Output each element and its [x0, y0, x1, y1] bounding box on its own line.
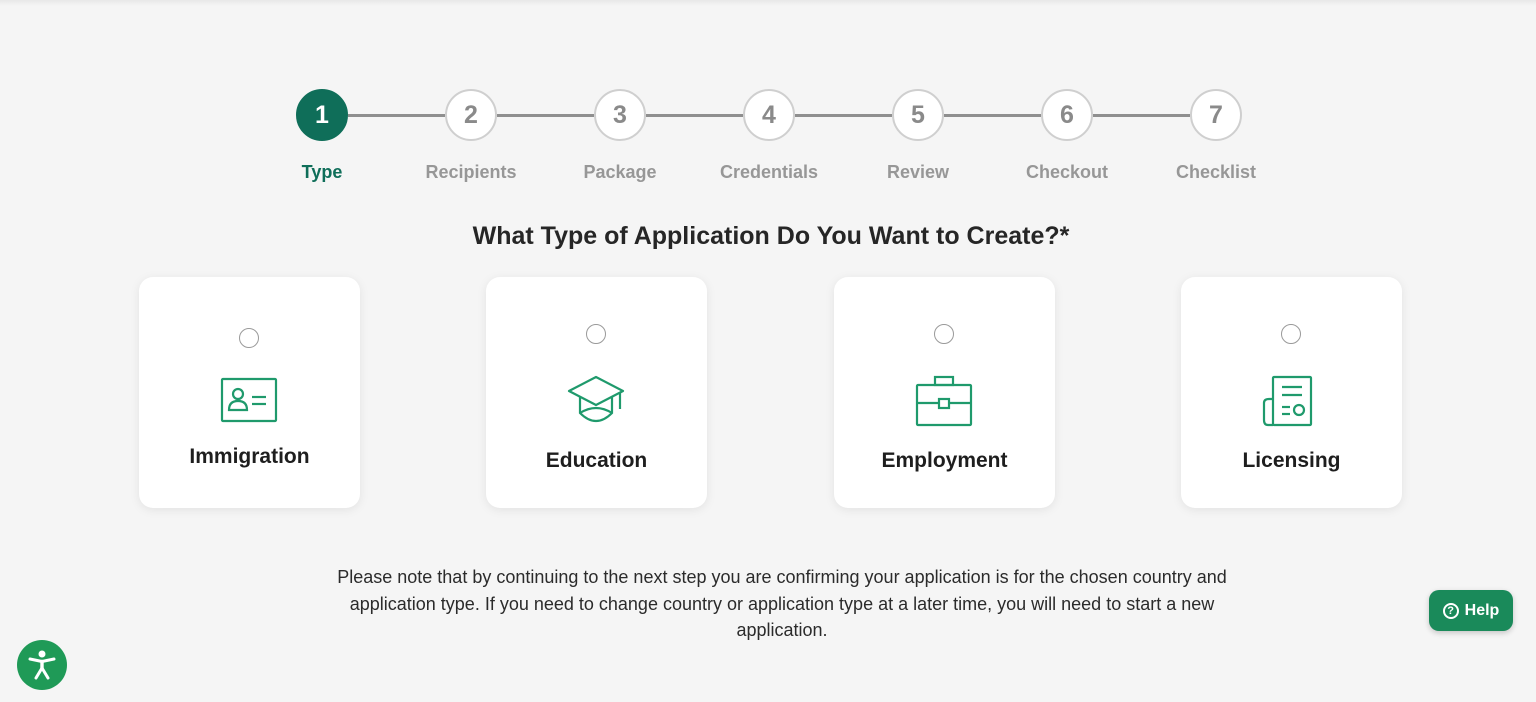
graduation-cap-icon: [567, 375, 625, 423]
step-connector: [795, 114, 892, 117]
step-4-label: Credentials: [719, 162, 819, 182]
accessibility-button[interactable]: [17, 640, 67, 690]
help-label: Help: [1464, 601, 1500, 619]
option-label-licensing: Licensing: [1242, 449, 1341, 472]
step-connector: [497, 114, 594, 117]
continue-note: Please note that by continuing to the ne…: [337, 567, 1227, 640]
step-connector: [944, 114, 1041, 117]
radio-licensing[interactable]: [1281, 324, 1301, 344]
step-1-label: Type: [301, 162, 343, 182]
step-7-label: Checklist: [1175, 162, 1257, 182]
option-label-education: Education: [545, 449, 648, 472]
radio-employment[interactable]: [934, 324, 954, 344]
option-card-education[interactable]: Education: [486, 277, 707, 508]
step-3-circle: 3: [594, 89, 646, 141]
step-5-circle: 5: [892, 89, 944, 141]
license-certificate-icon: [1262, 375, 1313, 427]
step-connector: [348, 114, 445, 117]
briefcase-icon: [915, 375, 973, 427]
step-6-label: Checkout: [1025, 162, 1108, 182]
option-card-employment[interactable]: Employment: [834, 277, 1055, 508]
step-1-circle[interactable]: 1: [296, 89, 348, 141]
page-question: What Type of Application Do You Want to …: [472, 222, 1070, 250]
step-5-label: Review: [886, 162, 950, 182]
step-6-circle: 6: [1041, 89, 1093, 141]
help-button[interactable]: ? Help: [1429, 590, 1513, 631]
step-4-circle: 4: [743, 89, 795, 141]
radio-immigration[interactable]: [239, 328, 259, 348]
radio-education[interactable]: [586, 324, 606, 344]
step-connector: [1093, 114, 1190, 117]
step-connector: [646, 114, 743, 117]
option-card-immigration[interactable]: Immigration: [139, 277, 360, 508]
step-3-label: Package: [583, 162, 657, 182]
step-2-label: Recipients: [425, 162, 517, 182]
progress-stepper: 1 2 3 4 5 6 7 Type Recipients Package Cr…: [0, 0, 1536, 200]
option-label-immigration: Immigration: [189, 445, 310, 468]
option-label-employment: Employment: [881, 449, 1008, 472]
id-card-icon: [220, 377, 278, 423]
question-circle-icon: ?: [1442, 602, 1459, 619]
step-7-circle: 7: [1190, 89, 1242, 141]
accessibility-icon: [28, 650, 56, 680]
step-2-circle: 2: [445, 89, 497, 141]
option-card-licensing[interactable]: Licensing: [1181, 277, 1402, 508]
